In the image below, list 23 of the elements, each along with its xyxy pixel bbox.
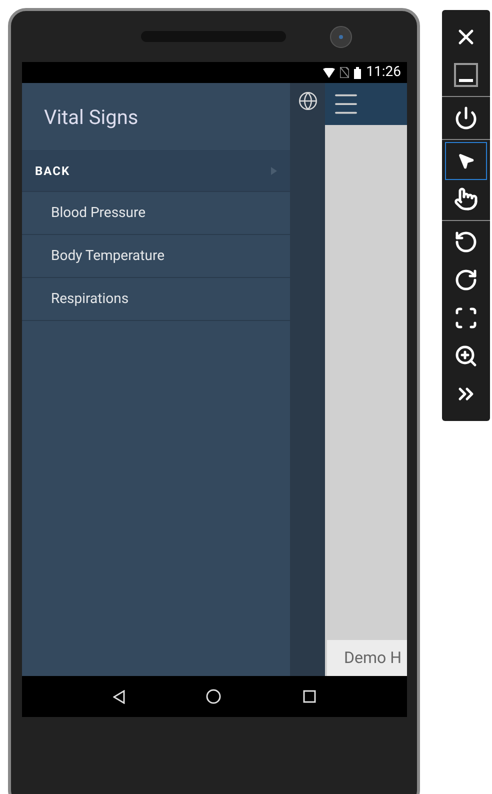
touch-icon — [454, 187, 478, 211]
caret-icon — [271, 166, 277, 174]
no-sim-icon — [340, 67, 350, 78]
battery-icon — [354, 66, 362, 78]
toolbar-button[interactable] — [445, 142, 487, 180]
back-label: BACK — [35, 162, 70, 180]
back-icon[interactable] — [112, 690, 125, 704]
globe-icon[interactable] — [298, 91, 318, 111]
rotate-left-icon — [454, 230, 478, 254]
wifi-icon — [323, 68, 336, 78]
rotate-right-icon — [454, 268, 478, 292]
drawer-title: Vital Signs — [44, 104, 138, 130]
pointer-icon — [457, 152, 475, 170]
recents-icon[interactable] — [303, 690, 316, 703]
status-time: 11:26 — [366, 63, 401, 82]
power-icon — [454, 106, 478, 130]
home-icon[interactable] — [206, 689, 222, 704]
camera-lens — [330, 26, 352, 48]
content-tab[interactable]: Demo H — [327, 640, 407, 676]
zoom-icon — [454, 344, 478, 368]
fit-screen-icon — [454, 306, 478, 330]
back-row[interactable]: BACK — [22, 150, 290, 192]
minimize-icon — [453, 62, 479, 88]
